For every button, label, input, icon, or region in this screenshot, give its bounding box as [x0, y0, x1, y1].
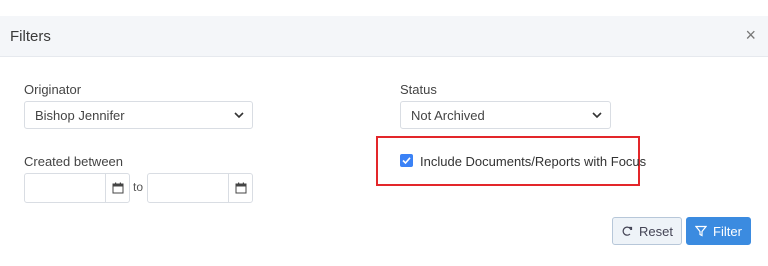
- refresh-icon: [622, 226, 633, 236]
- dialog-title: Filters: [10, 28, 51, 45]
- to-label: to: [133, 180, 144, 194]
- calendar-icon: [235, 182, 246, 194]
- created-from-input[interactable]: [24, 173, 130, 203]
- include-focus-label: Include Documents/Reports with Focus: [420, 154, 647, 169]
- originator-label: Originator: [24, 82, 82, 97]
- originator-select[interactable]: Bishop Jennifer: [24, 101, 253, 129]
- calendar-icon: [112, 182, 123, 194]
- calendar-button[interactable]: [228, 174, 252, 202]
- status-select[interactable]: Not Archived: [400, 101, 611, 129]
- originator-value: Bishop Jennifer: [35, 108, 125, 123]
- created-between-label: Created between: [24, 154, 124, 169]
- created-to-input[interactable]: [147, 173, 253, 203]
- status-value: Not Archived: [411, 108, 485, 123]
- filter-label: Filter: [713, 223, 742, 239]
- checkmark-icon: [402, 157, 411, 165]
- include-focus-checkbox[interactable]: [400, 154, 413, 167]
- reset-label: Reset: [639, 223, 673, 239]
- close-icon[interactable]: ×: [745, 26, 756, 44]
- dialog-header: Filters ×: [0, 16, 768, 57]
- reset-button[interactable]: Reset: [612, 217, 682, 245]
- calendar-button[interactable]: [105, 174, 129, 202]
- filter-button[interactable]: Filter: [686, 217, 751, 245]
- status-label: Status: [400, 82, 437, 97]
- filter-icon: [695, 225, 708, 237]
- chevron-down-icon: [592, 112, 602, 119]
- chevron-down-icon: [234, 112, 244, 119]
